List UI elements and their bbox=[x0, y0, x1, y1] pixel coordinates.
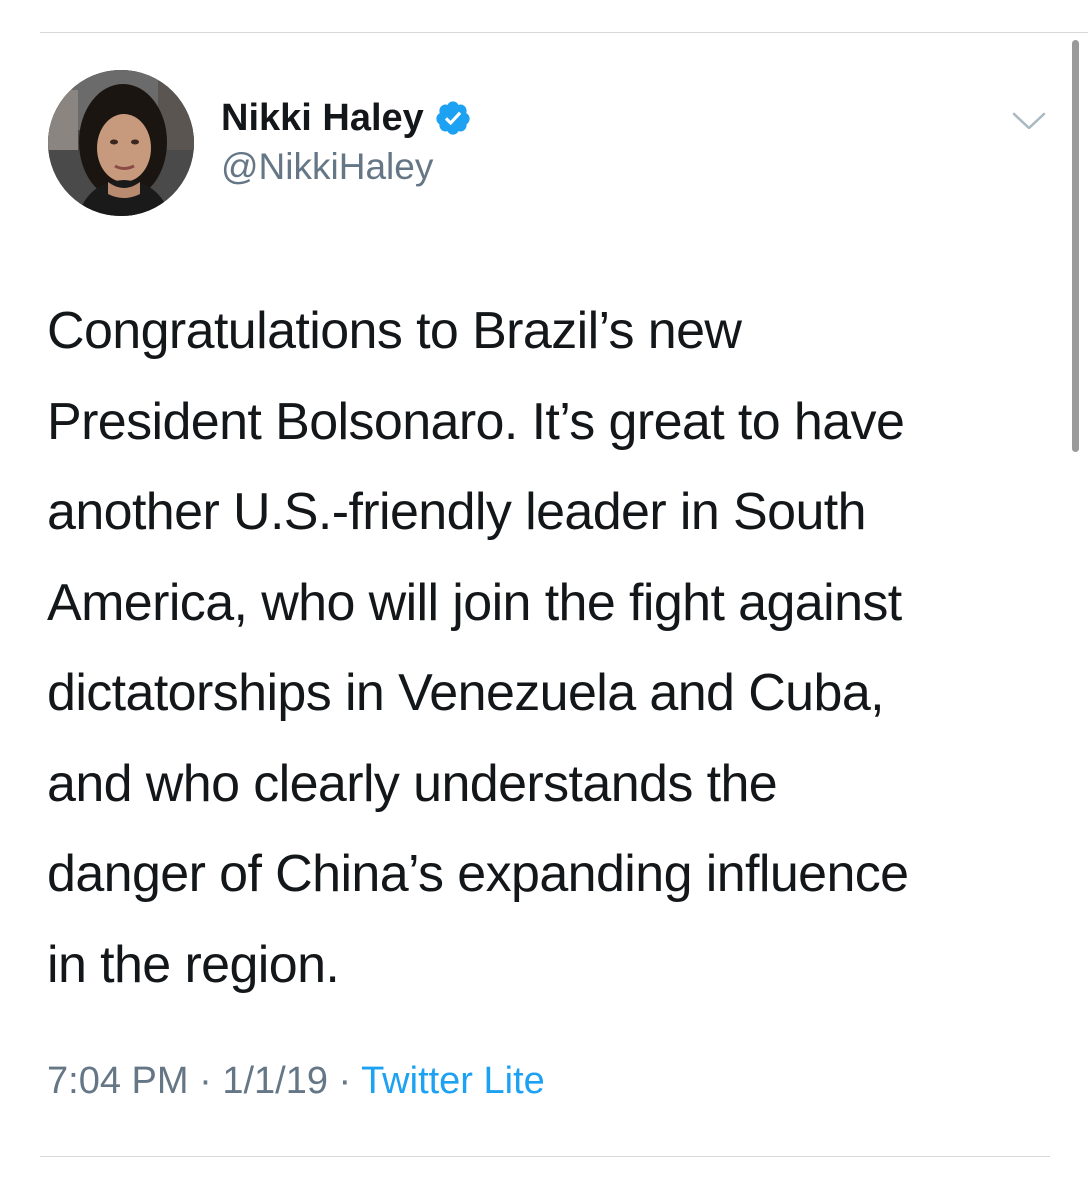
chevron-down-icon[interactable] bbox=[1011, 108, 1047, 132]
tweet-text-line: and who clearly understands the bbox=[47, 754, 778, 813]
avatar[interactable] bbox=[48, 70, 194, 216]
tweet-text: Congratulations to Brazil’s new Presiden… bbox=[47, 286, 1057, 1010]
bottom-divider bbox=[40, 1156, 1050, 1157]
top-divider bbox=[40, 32, 1088, 33]
tweet-text-line: in the region. bbox=[47, 935, 340, 994]
tweet-text-line: President Bolsonaro. It’s great to have bbox=[47, 392, 905, 451]
meta-separator: · bbox=[199, 1060, 212, 1102]
verified-badge-icon bbox=[434, 99, 472, 137]
tweet-time: 7:04 PM bbox=[47, 1060, 189, 1102]
tweet-source-link[interactable]: Twitter Lite bbox=[361, 1060, 545, 1102]
tweet-metadata: 7:04 PM · 1/1/19 · Twitter Lite bbox=[47, 1060, 545, 1103]
tweet-text-line: another U.S.-friendly leader in South bbox=[47, 483, 867, 541]
tweet-text-line: America, who will join the fight against bbox=[47, 573, 902, 632]
author-name-row[interactable]: Nikki Haley bbox=[221, 94, 472, 142]
tweet-text-line: danger of China’s expanding influence bbox=[47, 845, 909, 903]
author-display-name[interactable]: Nikki Haley bbox=[221, 97, 424, 140]
avatar-photo bbox=[48, 70, 194, 216]
tweet-detail-view: Nikki Haley @NikkiHaley Congratulations … bbox=[0, 0, 1088, 1200]
author-handle[interactable]: @NikkiHaley bbox=[221, 146, 433, 188]
tweet-date: 1/1/19 bbox=[222, 1060, 328, 1102]
meta-separator: · bbox=[338, 1060, 352, 1102]
tweet-text-line: dictatorships in Venezuela and Cuba, bbox=[47, 664, 885, 722]
scrollbar[interactable] bbox=[1072, 40, 1079, 452]
tweet-text-line: Congratulations to Brazil’s new bbox=[47, 302, 742, 360]
